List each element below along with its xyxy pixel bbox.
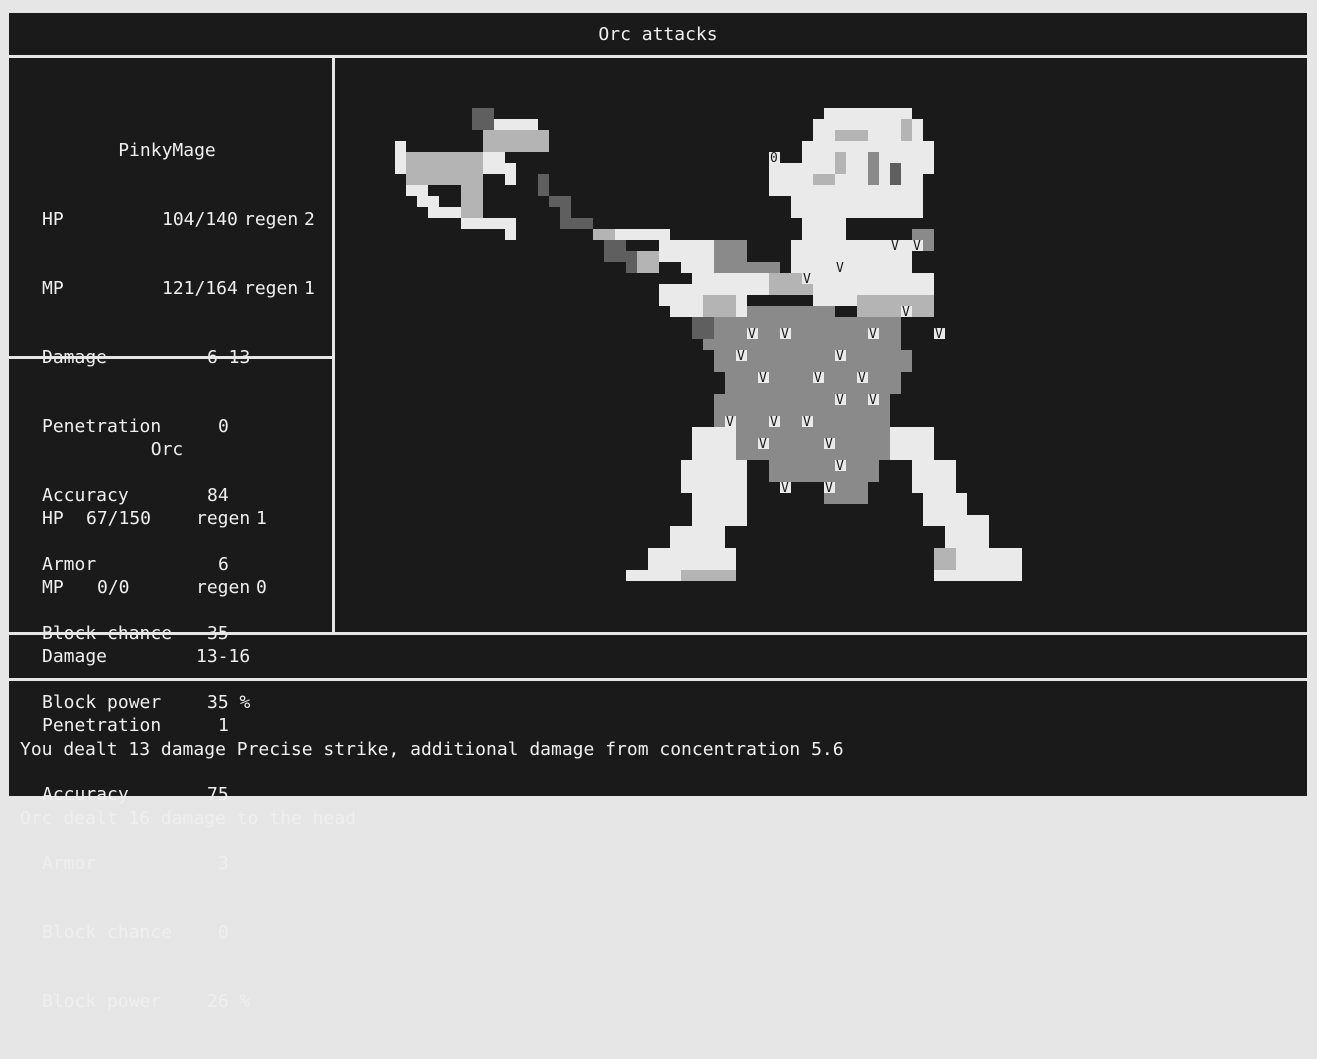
- panel-divider-stats: [9, 356, 335, 359]
- sprite-pixel: [637, 251, 659, 273]
- enemy-stat-row: MP 0/0 regen 0: [42, 577, 267, 598]
- sprite-glyph: V: [726, 415, 734, 430]
- sprite-pixel: [406, 152, 483, 185]
- sprite-pixel: [890, 427, 934, 460]
- sprite-glyph: 0: [770, 151, 778, 166]
- sprite-pixel: [681, 570, 736, 581]
- sprite-pixel: [934, 548, 956, 570]
- sprite-pixel: [648, 548, 736, 570]
- sprite-pixel: [802, 218, 846, 240]
- sprite-glyph: V: [803, 415, 811, 430]
- sprite-pixel: [483, 152, 505, 174]
- sprite-pixel: [813, 174, 835, 185]
- sprite-pixel: [549, 196, 571, 207]
- sprite-pixel: [945, 515, 989, 548]
- sprite-glyph: V: [869, 393, 877, 408]
- sprite-pixel: [670, 306, 703, 317]
- sprite-pixel: [472, 108, 494, 130]
- sprite-glyph: V: [869, 327, 877, 342]
- enemy-stat-row: HP 67/150 regen 1: [42, 508, 267, 529]
- log-line: You dealt 13 damage Precise strike, addi…: [20, 739, 844, 760]
- sprite-pixel: [461, 185, 483, 218]
- player-stat-row: MP 121/164 regen 1: [42, 278, 315, 299]
- sprite-glyph: V: [814, 371, 822, 386]
- sprite-glyph: V: [836, 393, 844, 408]
- sprite-pixel: [494, 119, 538, 130]
- sprite-pixel: [593, 229, 615, 240]
- sprite-pixel: [703, 295, 736, 317]
- combat-log: You dealt 13 damage Precise strike, addi…: [20, 692, 844, 876]
- enemy-name: Orc: [150, 439, 184, 460]
- sprite-pixel: [483, 130, 549, 152]
- sprite-glyph: V: [770, 415, 778, 430]
- sprite-glyph: V: [825, 481, 833, 496]
- sprite-pixel: [461, 218, 505, 229]
- sprite-pixel: [560, 207, 571, 229]
- sprite-glyph: V: [836, 261, 844, 276]
- sprite-glyph: V: [913, 239, 921, 254]
- sprite-pixel: [956, 548, 1022, 570]
- battle-title: Orc attacks: [9, 13, 1307, 58]
- sprite-pixel: [505, 218, 516, 240]
- sprite-pixel: [626, 251, 637, 273]
- sprite-pixel: [571, 218, 593, 229]
- sprite-glyph: V: [781, 327, 789, 342]
- sprite-pixel: [681, 460, 747, 493]
- sprite-pixel: [747, 306, 835, 317]
- sprite-pixel: [626, 570, 681, 581]
- sprite-glyph: V: [836, 349, 844, 364]
- sprite-pixel: [934, 570, 1022, 581]
- sprite-pixel: [890, 163, 901, 185]
- sprite-glyph: V: [891, 239, 899, 254]
- sprite-glyph: V: [803, 272, 811, 287]
- sprite-pixel: [692, 493, 747, 526]
- sprite-glyph: V: [825, 437, 833, 452]
- sprite-glyph: V: [902, 305, 910, 320]
- sprite-pixel: [615, 229, 670, 240]
- sprite-glyph: V: [737, 349, 745, 364]
- sprite-glyph: V: [935, 327, 943, 342]
- sprite-pixel: [868, 152, 879, 185]
- orc-sprite: VVVVV V V VV VV V VV VV V VV VVV VV0: [395, 108, 1022, 581]
- sprite-glyph: V: [836, 459, 844, 474]
- sprite-pixel: [824, 108, 912, 119]
- sprite-pixel: [428, 207, 461, 218]
- log-line: Orc dealt 16 damage to the head: [20, 808, 356, 829]
- sprite-glyph: V: [759, 371, 767, 386]
- sprite-pixel: [395, 141, 406, 174]
- sprite-pixel: [857, 295, 934, 317]
- sprite-pixel: [912, 460, 956, 493]
- sprite-pixel: [692, 317, 714, 339]
- sprite-glyph: V: [748, 327, 756, 342]
- sprite-glyph: V: [858, 371, 866, 386]
- player-stat-row: HP 104/140 regen 2: [42, 209, 315, 230]
- sprite-pixel: [538, 174, 549, 196]
- sprite-pixel: [835, 152, 846, 174]
- sprite-pixel: [879, 196, 901, 207]
- sprite-pixel: [901, 119, 912, 141]
- sprite-pixel: [417, 196, 439, 207]
- sprite-glyph: V: [781, 481, 789, 496]
- enemy-stat-row: Block chance 0: [42, 922, 229, 943]
- panel-divider-log: [9, 678, 1307, 681]
- sprite-pixel: [769, 460, 879, 482]
- sprite-pixel: [604, 240, 626, 262]
- game-window: Orc attacks PinkyMage HP 104/140 regen 2 MP…: [9, 13, 1307, 1012]
- action-bar: [9, 635, 1307, 678]
- sprite-pixel: [505, 163, 516, 185]
- enemy-stat-row: Block power 26 %: [42, 991, 251, 1012]
- sprite-pixel: [835, 130, 868, 141]
- sprite-pixel: [692, 427, 736, 460]
- sprite-pixel: [670, 526, 725, 548]
- sprite-glyph: V: [759, 437, 767, 452]
- sprite-pixel: [791, 196, 923, 218]
- player-name: PinkyMage: [118, 140, 216, 161]
- sprite-pixel: [406, 185, 428, 196]
